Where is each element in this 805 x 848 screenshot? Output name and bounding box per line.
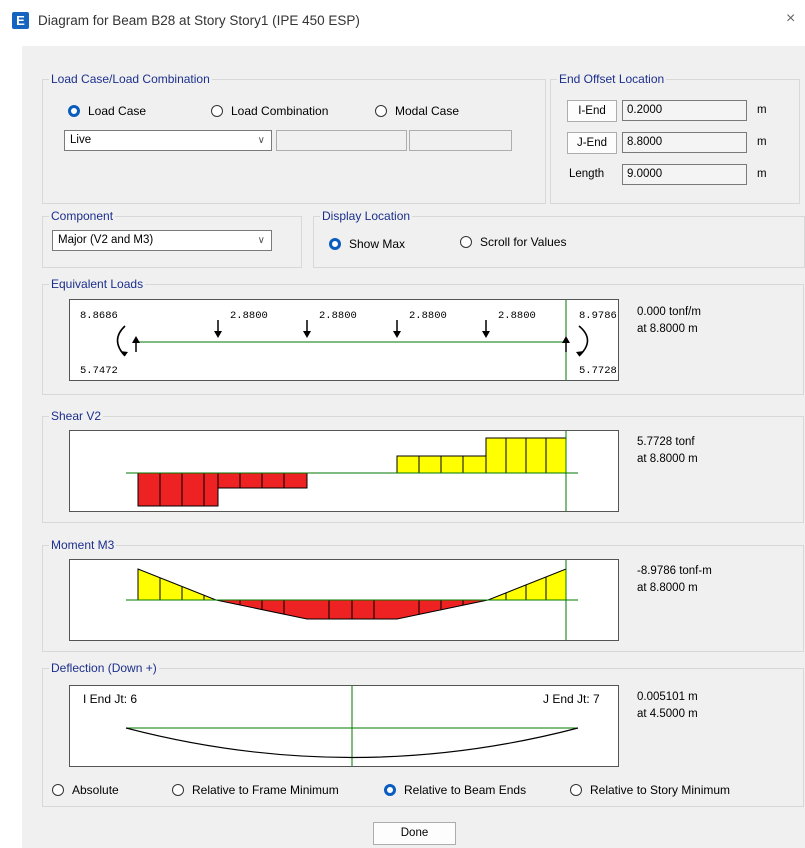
component-dropdown[interactable]: Major (V2 and M3) ∨: [52, 230, 272, 251]
loads-value-line1: 0.000 tonf/m: [637, 306, 701, 318]
radio-selected-icon: [68, 105, 80, 117]
loads-value-line2: at 8.8000 m: [637, 323, 698, 335]
moment-left-positive-fill: [137, 568, 217, 601]
radio-unselected-icon: [172, 784, 184, 796]
load-case-dropdown[interactable]: Live ∨: [64, 130, 272, 151]
radio-unselected-icon: [460, 236, 472, 248]
i-end-unit: m: [757, 104, 767, 116]
deflection-value-line2: at 4.5000 m: [637, 708, 698, 720]
chevron-down-icon: ∨: [257, 135, 265, 146]
j-end-button[interactable]: J-End: [567, 132, 617, 154]
point-load-3: 2.8800: [393, 310, 447, 338]
j-end-joint-label: J End Jt: 7: [543, 692, 600, 706]
close-icon[interactable]: ×: [786, 10, 795, 28]
left-reaction-label: 5.7472: [80, 365, 118, 377]
shear-value-line1: 5.7728 tonf: [637, 436, 695, 448]
deflection-legend: Deflection (Down +): [51, 661, 157, 675]
disabled-field-2: [409, 130, 512, 151]
length-label: Length: [569, 168, 605, 180]
radio-relative-frame-min[interactable]: Relative to Frame Minimum: [172, 783, 339, 797]
radio-show-max[interactable]: Show Max: [329, 237, 405, 251]
radio-relative-beam-ends[interactable]: Relative to Beam Ends: [384, 783, 526, 797]
radio-load-combination[interactable]: Load Combination: [211, 104, 328, 118]
shear-svg: [126, 431, 578, 511]
moment-svg: [126, 560, 578, 640]
equivalent-loads-diagram: 8.8686 5.7472 2.8800 2.8800 2.8800 2.880…: [69, 299, 619, 381]
loads-svg: 8.8686 5.7472 2.8800 2.8800 2.8800 2.880…: [80, 300, 617, 380]
shear-diagram: [69, 430, 619, 512]
point-load-1: 2.8800: [214, 310, 268, 338]
end-offset-legend: End Offset Location: [559, 72, 665, 86]
radio-load-case-label: Load Case: [88, 104, 147, 118]
radio-unselected-icon: [570, 784, 582, 796]
shear-value-line2: at 8.8000 m: [637, 453, 698, 465]
j-end-unit: m: [757, 136, 767, 148]
radio-selected-icon: [384, 784, 396, 796]
load-case-group-legend: Load Case/Load Combination: [51, 72, 210, 86]
length-field: 9.0000: [622, 164, 747, 185]
radio-scroll-values-label: Scroll for Values: [480, 235, 567, 249]
title-bar: E Diagram for Beam B28 at Story Story1 (…: [0, 0, 805, 46]
i-end-field: 0.2000: [622, 100, 747, 121]
j-end-field: 8.8000: [622, 132, 747, 153]
radio-relative-story-min[interactable]: Relative to Story Minimum: [570, 783, 730, 797]
component-legend: Component: [51, 209, 114, 223]
moment-value-line1: -8.9786 tonf-m: [637, 565, 712, 577]
point-load-2-label: 2.8800: [319, 310, 357, 322]
radio-show-max-label: Show Max: [349, 237, 406, 251]
display-location-legend: Display Location: [322, 209, 411, 223]
load-case-dropdown-value: Live: [70, 134, 92, 146]
disabled-field-1: [276, 130, 407, 151]
moment-diagram: [69, 559, 619, 641]
equivalent-loads-legend: Equivalent Loads: [51, 277, 144, 291]
window-title: Diagram for Beam B28 at Story Story1 (IP…: [38, 13, 360, 28]
moment-value-line2: at 8.8000 m: [637, 582, 698, 594]
radio-load-combination-label: Load Combination: [231, 104, 329, 118]
component-dropdown-value: Major (V2 and M3): [58, 234, 154, 246]
deflection-diagram: [69, 685, 619, 767]
i-end-joint-label: I End Jt: 6: [83, 692, 138, 706]
radio-modal-case[interactable]: Modal Case: [375, 104, 459, 118]
radio-absolute-label: Absolute: [72, 783, 119, 797]
shear-negative-fill: [137, 472, 308, 507]
right-moment-label: 8.9786: [579, 310, 617, 322]
left-moment-label: 8.8686: [80, 310, 118, 322]
deflection-svg: [125, 686, 579, 766]
dialog-body: Load Case/Load Combination Load Case Loa…: [22, 46, 805, 848]
radio-absolute[interactable]: Absolute: [52, 783, 119, 797]
length-unit: m: [757, 168, 767, 180]
done-button[interactable]: Done: [373, 822, 456, 845]
radio-unselected-icon: [211, 105, 223, 117]
radio-modal-case-label: Modal Case: [395, 104, 460, 118]
shear-legend: Shear V2: [51, 409, 102, 423]
radio-unselected-icon: [52, 784, 64, 796]
i-end-button[interactable]: I-End: [567, 100, 617, 122]
chevron-down-icon: ∨: [257, 235, 265, 246]
moment-negative-fill: [215, 599, 489, 620]
deflection-value-line1: 0.005101 m: [637, 691, 698, 703]
radio-relative-beam-ends-label: Relative to Beam Ends: [404, 783, 527, 797]
moment-right-positive-fill: [487, 568, 567, 601]
point-load-3-label: 2.8800: [409, 310, 447, 322]
point-load-4: 2.8800: [482, 310, 536, 338]
shear-positive-fill: [396, 437, 567, 474]
radio-relative-story-min-label: Relative to Story Minimum: [590, 783, 731, 797]
point-load-2: 2.8800: [303, 310, 357, 338]
radio-relative-frame-min-label: Relative to Frame Minimum: [192, 783, 339, 797]
left-reaction-arrowhead-icon: [132, 336, 140, 343]
app-icon: E: [12, 12, 29, 29]
radio-load-case[interactable]: Load Case: [68, 104, 146, 118]
radio-selected-icon: [329, 238, 341, 250]
right-reaction-arrowhead-icon: [562, 336, 570, 343]
point-load-4-label: 2.8800: [498, 310, 536, 322]
right-reaction-label: 5.7728: [579, 365, 617, 377]
point-load-1-label: 2.8800: [230, 310, 268, 322]
moment-legend: Moment M3: [51, 538, 115, 552]
radio-unselected-icon: [375, 105, 387, 117]
radio-scroll-values[interactable]: Scroll for Values: [460, 235, 566, 249]
